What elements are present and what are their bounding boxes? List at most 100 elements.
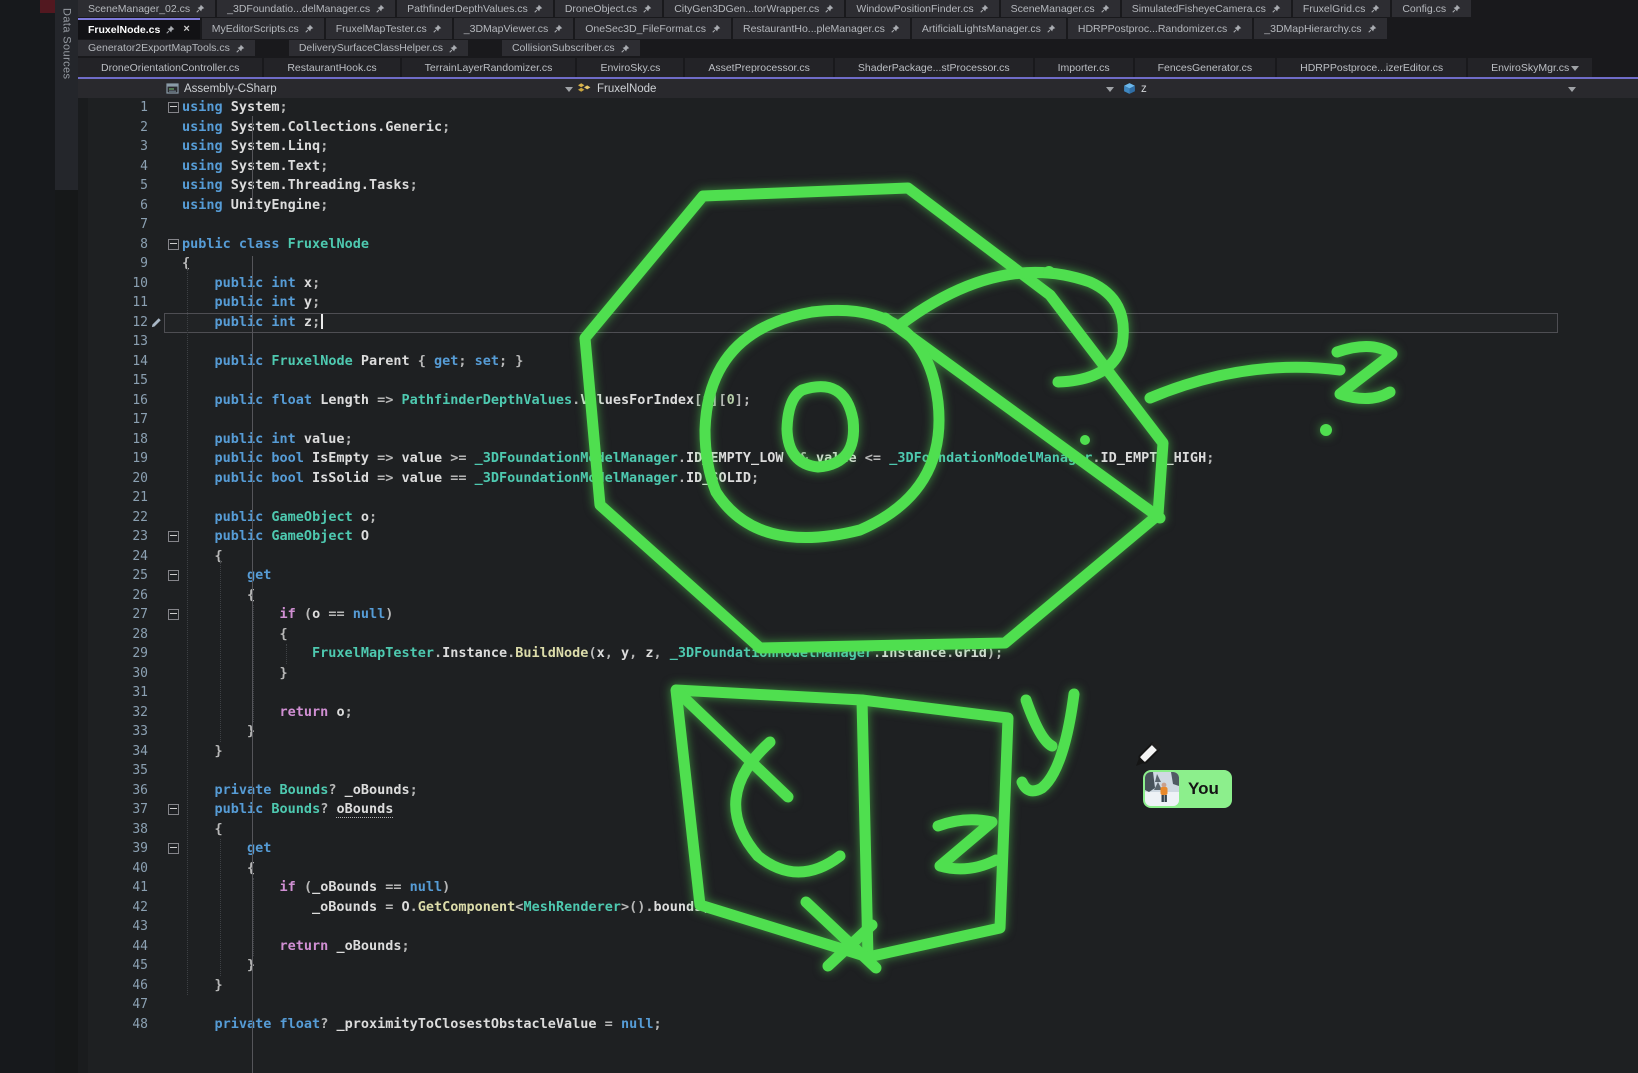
document-tab[interactable]: RestaurantHook.cs: [264, 58, 399, 77]
pin-icon[interactable]: [534, 4, 543, 13]
document-tab[interactable]: ShaderPackage...stProcessor.cs: [835, 58, 1033, 77]
code-text: using UnityEngine;: [182, 196, 328, 216]
pin-icon[interactable]: [1371, 4, 1380, 13]
pin-icon[interactable]: [1368, 24, 1377, 33]
pin-icon[interactable]: [1452, 4, 1461, 13]
document-tab[interactable]: _3DMapHierarchy.cs: [1254, 18, 1386, 39]
document-tab[interactable]: FruxelMapTester.cs: [326, 18, 452, 39]
code-line: 30 }: [78, 664, 1638, 684]
pin-icon[interactable]: [980, 4, 989, 13]
pin-icon[interactable]: [891, 24, 900, 33]
document-tab[interactable]: DroneObject.cs: [555, 0, 662, 17]
document-tab[interactable]: CollisionSubscriber.cs: [502, 40, 640, 56]
pin-icon[interactable]: [449, 44, 458, 53]
tab-label: RestaurantHook.cs: [287, 62, 376, 74]
pin-icon[interactable]: [554, 24, 563, 33]
line-number: 15: [78, 371, 148, 391]
pin-icon[interactable]: [166, 25, 175, 34]
data-sources-vertical-tab[interactable]: Data Sources: [55, 0, 78, 190]
code-text: {: [182, 586, 255, 606]
code-editor[interactable]: 1using System;2using System.Collections.…: [78, 98, 1638, 1034]
document-tab[interactable]: SceneManager.cs: [1001, 0, 1120, 17]
pin-icon[interactable]: [1101, 4, 1110, 13]
collapse-region-icon[interactable]: [168, 804, 179, 815]
code-line: 41 if (_oBounds == null): [78, 878, 1638, 898]
pin-icon[interactable]: [305, 24, 314, 33]
pin-icon[interactable]: [1272, 4, 1281, 13]
pin-icon[interactable]: [825, 4, 834, 13]
document-tab[interactable]: WindowPositionFinder.cs: [846, 0, 998, 17]
collapse-region-icon[interactable]: [168, 843, 179, 854]
code-line: 22 public GameObject o;: [78, 508, 1638, 528]
document-tab[interactable]: HDRPPostproce...izerEditor.cs: [1277, 58, 1466, 77]
document-tab[interactable]: DroneOrientationController.cs: [78, 58, 262, 77]
document-tab[interactable]: FruxelGrid.cs: [1293, 0, 1390, 17]
type-chevron-down-icon[interactable]: [1106, 87, 1114, 92]
document-tab[interactable]: Generator2ExportMapTools.cs: [78, 40, 255, 56]
document-tab[interactable]: ArtificialLightsManager.cs: [912, 18, 1066, 39]
avatar: [1145, 772, 1179, 806]
line-number: 31: [78, 683, 148, 703]
close-icon[interactable]: ×: [183, 24, 189, 35]
document-tab[interactable]: RestaurantHo...pleManager.cs: [733, 18, 910, 39]
member-chevron-down-icon[interactable]: [1568, 87, 1576, 92]
code-text: public int value;: [182, 430, 353, 450]
line-number: 48: [78, 1015, 148, 1035]
document-tab[interactable]: CityGen3DGen...torWrapper.cs: [664, 0, 844, 17]
line-number: 17: [78, 410, 148, 430]
pin-icon[interactable]: [621, 44, 630, 53]
document-tab[interactable]: Importer.cs: [1035, 58, 1133, 77]
pin-icon[interactable]: [643, 4, 652, 13]
tab-label: DroneOrientationController.cs: [101, 62, 239, 74]
code-text: FruxelMapTester.Instance.BuildNode(x, y,…: [182, 644, 1003, 664]
document-tab[interactable]: SceneManager_02.cs: [78, 0, 215, 17]
document-tab[interactable]: TerrainLayerRandomizer.cs: [402, 58, 576, 77]
collapse-region-icon[interactable]: [168, 102, 179, 113]
document-tab[interactable]: OneSec3D_FileFormat.cs: [575, 18, 731, 39]
code-text: return o;: [182, 703, 353, 723]
document-tab[interactable]: DeliverySurfaceClassHelper.cs: [289, 40, 468, 56]
pin-icon[interactable]: [196, 4, 205, 13]
pin-icon[interactable]: [1047, 24, 1056, 33]
document-tab[interactable]: EnviroSky.cs: [577, 58, 683, 77]
pin-icon[interactable]: [433, 24, 442, 33]
text-caret: [321, 314, 323, 329]
document-tab[interactable]: MyEditorScripts.cs: [202, 18, 324, 39]
navigation-bar: Assembly-CSharp FruxelNode z: [78, 79, 1638, 98]
line-number: 46: [78, 976, 148, 996]
member-name: z: [1141, 83, 1147, 95]
tab-label: _3DFoundatio...delManager.cs: [227, 3, 370, 15]
document-tab[interactable]: HDRPPostproc...Randomizer.cs: [1068, 18, 1252, 39]
collapse-region-icon[interactable]: [168, 609, 179, 620]
line-number: 4: [78, 157, 148, 177]
code-line: 37 public Bounds? oBounds: [78, 800, 1638, 820]
collapse-region-icon[interactable]: [168, 239, 179, 250]
document-tab[interactable]: _3DMapViewer.cs: [454, 18, 573, 39]
code-line: 15: [78, 371, 1638, 391]
code-line: 28 {: [78, 625, 1638, 645]
line-number: 9: [78, 254, 148, 274]
tab-overflow-chevron-down-icon[interactable]: [1571, 66, 1579, 71]
collapse-region-icon[interactable]: [168, 531, 179, 542]
member-dropdown[interactable]: z: [1123, 79, 1147, 98]
pin-icon[interactable]: [376, 4, 385, 13]
project-dropdown[interactable]: Assembly-CSharp: [166, 79, 277, 98]
document-tab[interactable]: PathfinderDepthValues.cs: [397, 0, 553, 17]
document-tab[interactable]: FencesGenerator.cs: [1135, 58, 1276, 77]
presence-user-label: You: [1179, 779, 1230, 799]
code-text: public int y;: [182, 293, 320, 313]
document-tab[interactable]: Config.cs: [1392, 0, 1471, 17]
type-dropdown[interactable]: FruxelNode: [577, 79, 656, 98]
code-line: 10 public int x;: [78, 274, 1638, 294]
document-tab[interactable]: _3DFoundatio...delManager.cs: [217, 0, 395, 17]
project-chevron-down-icon[interactable]: [565, 87, 573, 92]
document-tab[interactable]: FruxelNode.cs×: [78, 18, 200, 39]
line-number: 10: [78, 274, 148, 294]
document-tab[interactable]: AssetPreprocessor.cs: [685, 58, 833, 77]
pin-icon[interactable]: [236, 44, 245, 53]
pin-icon[interactable]: [1233, 24, 1242, 33]
collapse-region-icon[interactable]: [168, 570, 179, 581]
pin-icon[interactable]: [712, 24, 721, 33]
document-tab[interactable]: SimulatedFisheyeCamera.cs: [1122, 0, 1291, 17]
line-number: 14: [78, 352, 148, 372]
